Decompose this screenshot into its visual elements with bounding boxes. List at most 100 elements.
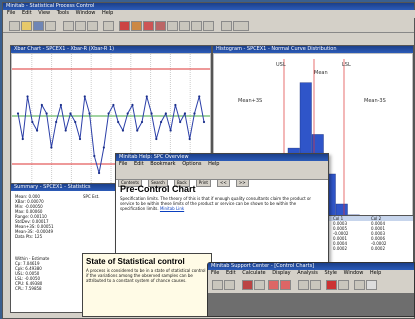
help-menu-options[interactable]: Options: [182, 161, 201, 167]
data-point: [169, 129, 172, 132]
table-icon[interactable]: [143, 21, 154, 31]
support-menubar: File Edit Calculate Display Analysis Sty…: [208, 270, 414, 277]
help-link[interactable]: Minitab Link: [160, 206, 184, 211]
print-button[interactable]: Print: [195, 179, 211, 187]
data-point: [179, 120, 182, 124]
state-popup-title: State of Statistical control: [86, 257, 185, 266]
print-icon[interactable]: [45, 21, 56, 31]
support-menu-style[interactable]: Style: [324, 270, 337, 276]
support-menu-calculate[interactable]: Calculate: [242, 270, 265, 276]
xbar-icon[interactable]: [167, 21, 178, 31]
main-window-title: Minitab - Statistical Process Control: [6, 3, 95, 9]
data-point: [69, 112, 72, 115]
save-icon[interactable]: [33, 21, 44, 31]
data-point: [93, 154, 96, 158]
help-menu-edit[interactable]: Edit: [134, 161, 144, 167]
support-menu-help[interactable]: Help: [370, 270, 381, 276]
zoom-in-icon[interactable]: [268, 280, 279, 290]
data-point: [198, 95, 201, 98]
stats-titlebar: Summary - SPCEX1 - Statistics: [11, 184, 121, 191]
data-point: [88, 112, 91, 115]
marker-icon[interactable]: [310, 280, 321, 290]
data-point: [193, 112, 196, 115]
chart-edit-icon[interactable]: [254, 280, 265, 290]
table-cell[interactable]: 0.0002: [333, 246, 371, 251]
stats-list: Mean: 0.000 XBar: 0.00070 Min: -0.00050 …: [15, 194, 79, 239]
stats-row: Data Pts: 125: [15, 234, 43, 239]
help-menu-file[interactable]: File: [119, 161, 127, 167]
histogram-icon[interactable]: [131, 21, 142, 31]
stats-section2: Within - Estimate Cp: 7.04619 Cpk: 6.493…: [15, 256, 85, 291]
chart-add-icon[interactable]: [242, 280, 253, 290]
control-chart-title: Xbar Chart - SPCEX1 - Xbar-R (Xbar-R 1): [14, 46, 115, 52]
support-menu-display[interactable]: Display: [272, 270, 290, 276]
bar-chart-icon[interactable]: [326, 280, 337, 290]
data-point: [183, 112, 187, 115]
cut-icon[interactable]: [63, 21, 74, 31]
pointer-icon[interactable]: [212, 280, 223, 290]
hist-label-usl: USL: [276, 62, 286, 68]
support-menu-edit[interactable]: Edit: [226, 270, 236, 276]
data-point: [145, 95, 148, 98]
info-icon[interactable]: [366, 280, 377, 290]
data-point: [55, 120, 58, 124]
support-title: Minitab Support Center - [Control Charts…: [211, 263, 315, 269]
paste-icon[interactable]: [87, 21, 98, 31]
settings-icon[interactable]: [354, 280, 365, 290]
data-point: [117, 120, 120, 124]
open-folder-icon[interactable]: [21, 21, 32, 31]
help-icon[interactable]: [221, 21, 232, 31]
menu-view[interactable]: View: [38, 10, 50, 16]
data-point: [45, 112, 48, 115]
copy-icon[interactable]: [75, 21, 86, 31]
next-button[interactable]: >>: [235, 179, 249, 187]
new-file-icon[interactable]: [9, 21, 20, 31]
zoom-out-icon[interactable]: [280, 280, 291, 290]
support-menu-file[interactable]: File: [211, 270, 219, 276]
stats-title: Summary - SPCEX1 - Statistics: [14, 184, 91, 190]
range-icon[interactable]: [179, 21, 190, 31]
hist-label-mean-minus: Mean-3S: [364, 98, 386, 104]
state-popup: State of Statistical control A process i…: [82, 253, 212, 317]
menu-help[interactable]: Help: [102, 10, 113, 16]
menu-window[interactable]: Window: [76, 10, 96, 16]
data-point: [131, 103, 134, 107]
support-titlebar: Minitab Support Center - [Control Charts…: [208, 263, 414, 270]
capability-icon[interactable]: [191, 21, 202, 31]
menu-file[interactable]: File: [7, 10, 15, 16]
main-toolbar: [3, 18, 414, 33]
state-popup-body: A process is considered to be in a state…: [86, 268, 206, 283]
context-help-icon[interactable]: [233, 21, 249, 31]
help-titlebar: Minitab Help: SPC Overview: [116, 154, 328, 161]
data-point: [83, 95, 86, 98]
help-title: Minitab Help: SPC Overview: [119, 154, 189, 160]
help-button-row: Contents Search Back Print << >>: [116, 168, 328, 187]
help-body: Specification limits. The theory of this…: [120, 196, 320, 211]
table-cell[interactable]: 0.0002: [371, 246, 409, 251]
support-menu-analysis[interactable]: Analysis: [297, 270, 318, 276]
undo-icon[interactable]: [103, 21, 114, 31]
data-point: [140, 120, 144, 124]
prev-button[interactable]: <<: [217, 179, 230, 187]
histogram-title: Histogram - SPCEX1 - Normal Curve Distri…: [216, 46, 337, 52]
data-point: [102, 146, 105, 149]
stats-right-label: SPC Est.: [83, 194, 100, 199]
hist-label-mean-plus: Mean+3S: [238, 98, 262, 104]
menu-tools[interactable]: Tools: [57, 10, 69, 16]
help-menu-bookmark[interactable]: Bookmark: [150, 161, 175, 167]
data-point: [126, 112, 129, 115]
support-menu-window[interactable]: Window: [344, 270, 364, 276]
chart-icon[interactable]: [119, 21, 130, 31]
select-icon[interactable]: [298, 280, 309, 290]
data-point: [164, 112, 167, 115]
pareto-icon[interactable]: [203, 21, 214, 31]
stats-icon[interactable]: [155, 21, 166, 31]
data-point: [202, 120, 206, 124]
grid-icon[interactable]: [224, 280, 235, 290]
menu-edit[interactable]: Edit: [22, 10, 32, 16]
data-point: [16, 112, 20, 115]
help-body-text: Specification limits. The theory of this…: [120, 196, 312, 211]
data-point: [50, 146, 53, 149]
line-chart-icon[interactable]: [338, 280, 349, 290]
help-menu-help[interactable]: Help: [208, 161, 219, 167]
